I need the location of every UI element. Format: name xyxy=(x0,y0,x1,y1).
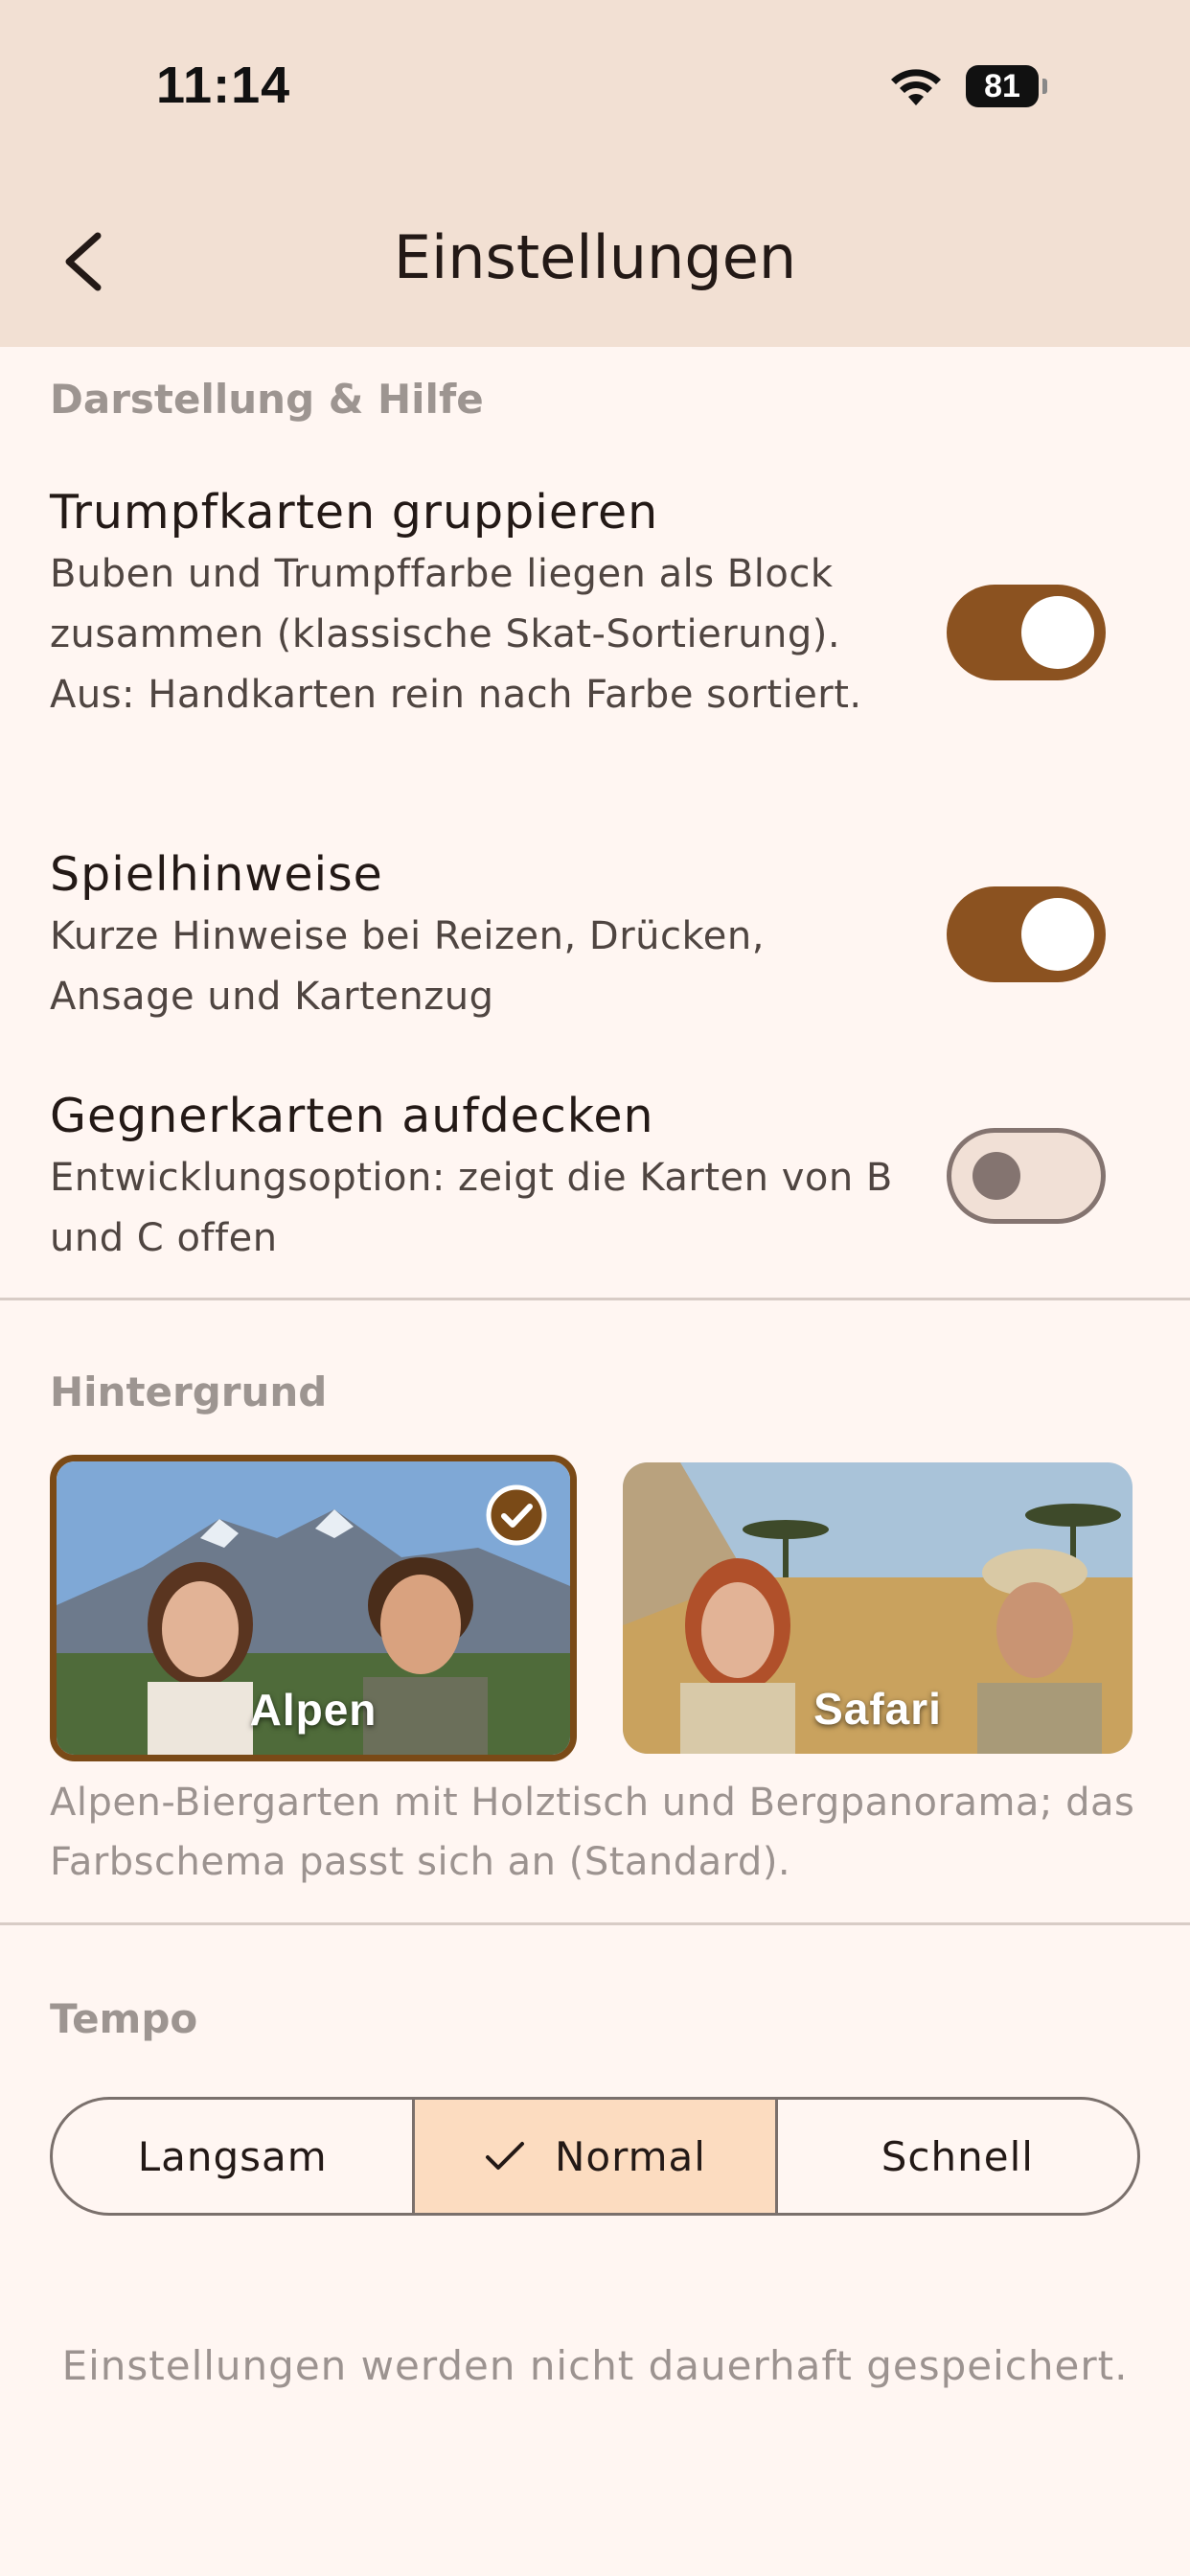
section-label-tempo: Tempo xyxy=(50,1995,198,2042)
background-option-label: Safari xyxy=(813,1684,942,1734)
divider xyxy=(0,1298,1190,1300)
divider xyxy=(0,1922,1190,1925)
tempo-option-label: Normal xyxy=(555,2132,706,2180)
wifi-icon xyxy=(891,69,941,105)
check-icon xyxy=(486,2142,524,2170)
setting-description: Entwicklungsoption: zeigt die Karten von… xyxy=(50,1156,893,1260)
background-description: Alpen-Biergarten mit Holztisch und Bergp… xyxy=(50,1781,1135,1884)
tempo-option-schnell[interactable]: Schnell xyxy=(774,2100,1137,2213)
background-option-alpen[interactable]: Alpen xyxy=(50,1455,577,1761)
setting-title: Gegnerkarten aufdecken xyxy=(50,1089,654,1143)
background-option-safari[interactable]: Safari xyxy=(623,1462,1133,1754)
tempo-option-normal[interactable]: Normal xyxy=(412,2100,775,2213)
tempo-option-label: Schnell xyxy=(881,2132,1034,2180)
app-header: 11:14 81 Einstellungen xyxy=(0,0,1190,347)
toggle-group-trumps[interactable] xyxy=(947,585,1106,680)
setting-title: Spielhinweise xyxy=(50,847,383,902)
setting-title: Trumpfkarten gruppieren xyxy=(50,485,659,540)
check-circle-icon xyxy=(486,1484,547,1546)
footer-note: Einstellungen werden nicht dauerhaft ges… xyxy=(61,2342,1129,2389)
section-label-display: Darstellung & Hilfe xyxy=(50,376,484,423)
toggle-game-hints[interactable] xyxy=(947,886,1106,982)
setting-description: Kurze Hinweise bei Reizen, Drücken, Ansa… xyxy=(50,914,765,1019)
background-option-label: Alpen xyxy=(249,1685,378,1735)
setting-game-hints: Spielhinweise Kurze Hinweise bei Reizen,… xyxy=(50,845,893,1027)
toggle-reveal-opponent-cards[interactable] xyxy=(947,1128,1106,1224)
status-time: 11:14 xyxy=(156,57,291,114)
page-title: Einstellungen xyxy=(393,222,797,292)
battery-level: 81 xyxy=(966,65,1039,107)
section-label-background: Hintergrund xyxy=(50,1368,328,1415)
battery-icon: 81 xyxy=(966,65,1047,107)
setting-description: Buben und Trumpffarbe liegen als Block z… xyxy=(50,552,862,717)
setting-group-trumps: Trumpfkarten gruppieren Buben und Trumpf… xyxy=(50,483,893,725)
setting-reveal-opponent-cards: Gegnerkarten aufdecken Entwicklungsoptio… xyxy=(50,1087,893,1269)
tempo-option-label: Langsam xyxy=(137,2132,328,2180)
tempo-segmented-control: Langsam Normal Schnell xyxy=(50,2097,1140,2216)
tempo-option-langsam[interactable]: Langsam xyxy=(53,2100,412,2213)
